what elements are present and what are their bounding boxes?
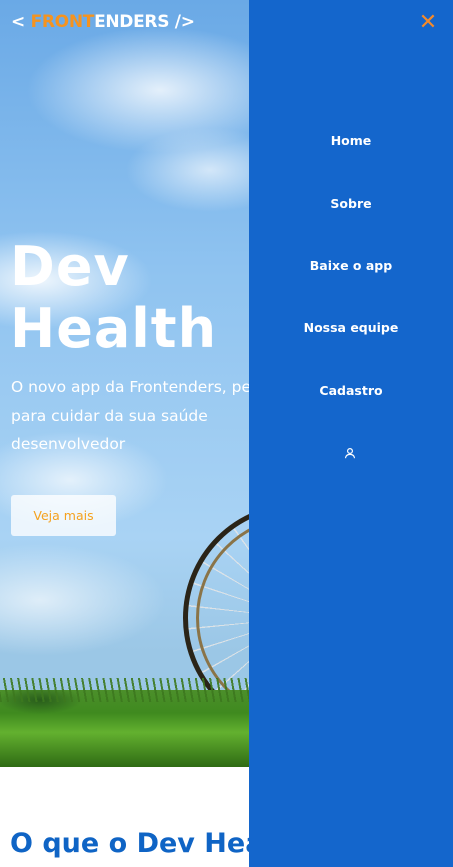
close-icon[interactable]: ✕	[415, 10, 441, 36]
nav-item-sobre[interactable]: Sobre	[249, 196, 453, 211]
nav-item-baixe-o-app[interactable]: Baixe o app	[249, 258, 453, 273]
logo-front: FRONT	[30, 12, 95, 32]
logo-open-bracket: <	[11, 12, 25, 32]
side-menu-drawer: ✕ Home Sobre Baixe o app Nossa equipe Ca…	[249, 0, 453, 867]
user-icon[interactable]	[344, 447, 356, 459]
nav-item-home[interactable]: Home	[249, 133, 453, 148]
hero-title: Dev Health	[10, 236, 217, 360]
logo-enders: ENDERS	[94, 12, 170, 32]
nav-item-nossa-equipe[interactable]: Nossa equipe	[249, 320, 453, 335]
hero-title-line1: Dev	[10, 235, 130, 298]
logo-close-bracket: />	[174, 12, 195, 32]
grass-image	[0, 678, 260, 767]
nav-item-cadastro[interactable]: Cadastro	[249, 383, 453, 398]
veja-mais-button[interactable]: Veja mais	[11, 495, 116, 536]
hero-title-line2: Health	[10, 297, 218, 360]
logo[interactable]: < FRONTENDERS />	[11, 12, 195, 32]
